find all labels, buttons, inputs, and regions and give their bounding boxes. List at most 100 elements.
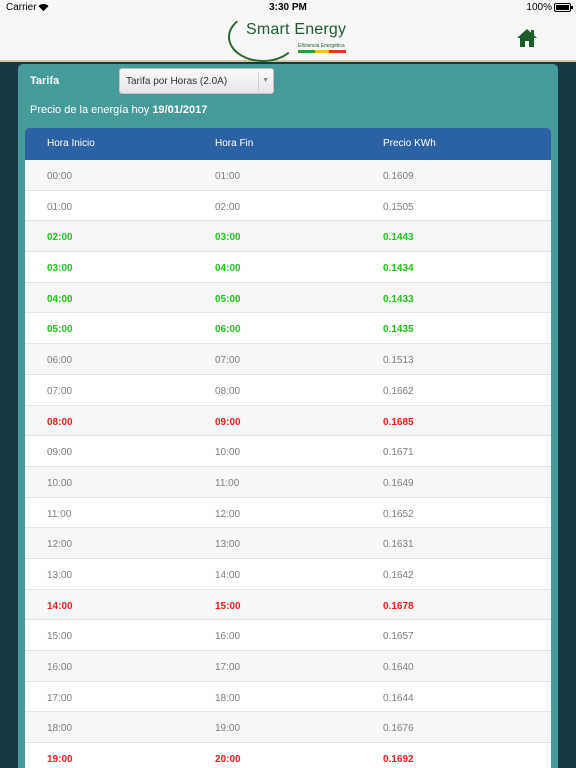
row-price: 0.1676	[383, 723, 414, 735]
logo-brand: Smart Energy	[246, 21, 347, 38]
row-end-time: 06:00	[215, 324, 241, 336]
row-price: 0.1692	[383, 754, 414, 766]
status-bar: Carrier 3:30 PM 100%	[0, 0, 576, 16]
row-price: 0.1678	[383, 600, 414, 612]
row-start-time: 14:00	[47, 600, 73, 612]
row-end-time: 17:00	[215, 662, 241, 673]
row-price: 0.1513	[383, 355, 414, 367]
table-row: 14:00 15:00 0.1678	[25, 589, 551, 621]
row-start-time: 00:00	[47, 171, 73, 182]
row-end-time: 08:00	[215, 385, 241, 397]
row-end-time: 09:00	[215, 416, 241, 428]
table-row: 06:00 07:00 0.1513	[25, 344, 551, 375]
row-end-time: 10:00	[215, 447, 241, 459]
battery-percentage: 100%	[526, 2, 552, 13]
table-row: 01:00 02:00 0.1505	[25, 191, 551, 222]
smart-energy-logo: Smart Energy Eficiencia Energética	[226, 12, 356, 62]
header-hora-inicio: Hora Inicio	[47, 138, 95, 149]
home-icon[interactable]	[516, 27, 538, 49]
table-row: 18:00 19:00 0.1676	[25, 712, 551, 744]
row-end-time: 13:00	[215, 539, 241, 551]
navigation-bar: Smart Energy Eficiencia Energética	[0, 12, 576, 62]
row-price: 0.1435	[383, 324, 414, 336]
dropdown-arrow-icon: ▼	[262, 77, 269, 84]
row-start-time: 03:00	[47, 263, 73, 275]
row-start-time: 11:00	[47, 508, 72, 520]
row-start-time: 17:00	[47, 692, 73, 704]
row-price: 0.1640	[383, 662, 414, 673]
table-row: 15:00 16:00 0.1657	[25, 620, 551, 651]
row-end-time: 01:00	[215, 171, 241, 182]
row-price: 0.1642	[383, 569, 414, 581]
row-end-time: 12:00	[215, 508, 241, 520]
row-start-time: 08:00	[47, 416, 73, 428]
table-row: 08:00 09:00 0.1685	[25, 405, 551, 437]
row-price: 0.1671	[383, 447, 414, 459]
row-start-time: 02:00	[47, 232, 73, 244]
row-price: 0.1434	[383, 263, 414, 275]
row-end-time: 19:00	[215, 723, 241, 735]
table-row: 16:00 17:00 0.1640	[25, 651, 551, 682]
row-start-time: 16:00	[47, 662, 73, 673]
row-price: 0.1685	[383, 416, 414, 428]
table-body: 00:00 01:00 0.1609 01:00 02:00 0.1505 02:00 03:…	[25, 160, 551, 768]
row-start-time: 07:00	[47, 385, 73, 397]
table-row: 17:00 18:00 0.1644	[25, 682, 551, 713]
tariff-panel: Tarifa Tarifa por Horas (2.0A) ▼ Precio …	[18, 64, 558, 768]
energy-rating-bar	[298, 50, 346, 53]
table-row: 09:00 10:00 0.1671	[25, 436, 551, 467]
row-price: 0.1652	[383, 508, 414, 520]
row-end-time: 02:00	[215, 201, 241, 213]
row-start-time: 19:00	[47, 754, 73, 766]
row-price: 0.1657	[383, 631, 414, 643]
price-date-line: Precio de la energía hoy 19/01/2017	[30, 104, 207, 116]
row-price: 0.1662	[383, 385, 414, 397]
row-start-time: 18:00	[47, 723, 73, 735]
table-row: 00:00 01:00 0.1609	[25, 160, 551, 191]
row-end-time: 14:00	[215, 569, 241, 581]
clock: 3:30 PM	[269, 2, 307, 13]
row-start-time: 05:00	[47, 324, 73, 336]
row-end-time: 03:00	[215, 232, 241, 244]
row-price: 0.1609	[383, 171, 414, 182]
row-price: 0.1649	[383, 477, 414, 489]
table-row: 13:00 14:00 0.1642	[25, 559, 551, 590]
table-row: 19:00 20:00 0.1692	[25, 743, 551, 768]
row-start-time: 04:00	[47, 293, 73, 305]
table-row: 10:00 11:00 0.1649	[25, 466, 551, 498]
row-start-time: 12:00	[47, 539, 73, 551]
table-header: Hora Inicio Hora Fin Precio KWh	[25, 128, 551, 160]
price-date-prefix: Precio de la energía hoy	[30, 104, 150, 116]
logo-tagline: Eficiencia Energética	[298, 43, 345, 49]
row-start-time: 09:00	[47, 447, 73, 459]
table-row: 12:00 13:00 0.1631	[25, 528, 551, 559]
row-start-time: 06:00	[47, 355, 73, 367]
row-start-time: 10:00	[47, 477, 73, 489]
row-start-time: 01:00	[47, 201, 73, 213]
tarifa-label: Tarifa	[30, 75, 60, 87]
row-end-time: 11:00	[215, 477, 240, 489]
tarifa-select[interactable]: Tarifa por Horas (2.0A) ▼	[119, 68, 274, 94]
battery-icon	[554, 3, 573, 12]
price-date: 19/01/2017	[152, 104, 208, 116]
table-row: 04:00 05:00 0.1433	[25, 282, 551, 314]
price-table: Hora Inicio Hora Fin Precio KWh 00:00 01:…	[25, 128, 551, 768]
table-row: 07:00 08:00 0.1662	[25, 375, 551, 406]
row-end-time: 05:00	[215, 293, 241, 305]
row-end-time: 18:00	[215, 692, 241, 704]
table-row: 05:00 06:00 0.1435	[25, 313, 551, 345]
row-end-time: 04:00	[215, 263, 241, 275]
row-price: 0.1443	[383, 232, 414, 244]
tarifa-selected-value: Tarifa por Horas (2.0A)	[126, 76, 228, 87]
row-price: 0.1505	[383, 201, 414, 213]
table-row: 11:00 12:00 0.1652	[25, 498, 551, 529]
header-precio-kwh: Precio KWh	[383, 138, 436, 149]
row-price: 0.1433	[383, 293, 414, 305]
row-end-time: 15:00	[215, 600, 241, 612]
row-price: 0.1644	[383, 692, 414, 704]
row-end-time: 07:00	[215, 355, 241, 367]
header-hora-fin: Hora Fin	[215, 138, 254, 149]
row-start-time: 15:00	[47, 631, 73, 643]
table-row: 02:00 03:00 0.1443	[25, 221, 551, 253]
row-end-time: 16:00	[215, 631, 241, 643]
